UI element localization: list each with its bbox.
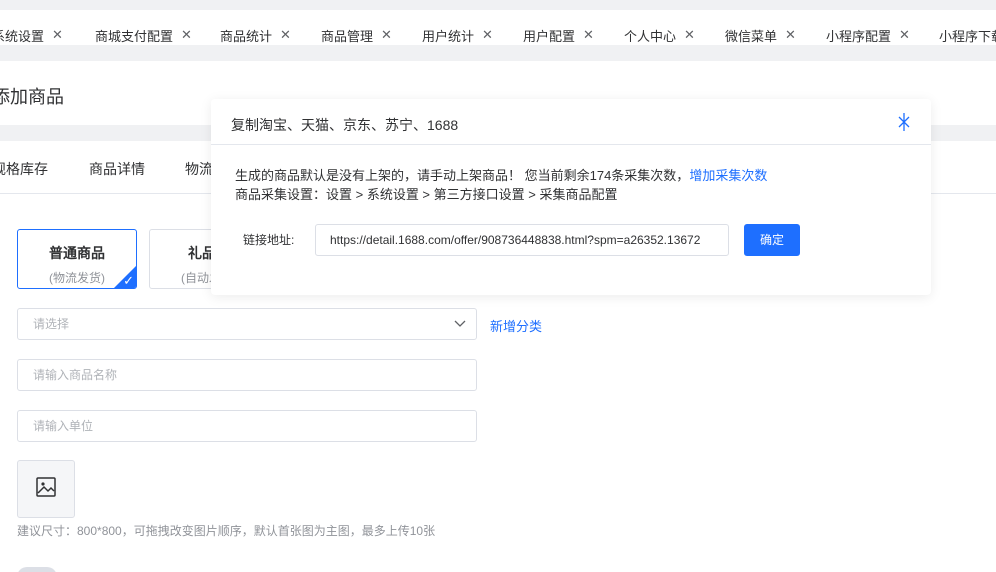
url-input[interactable]: https://detail.1688.com/offer/9087364488… (315, 224, 729, 256)
tab-label: 小程序配置 (826, 28, 892, 44)
product-name-input[interactable]: 请输入商品名称 (17, 359, 477, 391)
upload-hint: 建议尺寸：800*800，可拖拽改变图片顺序，默认首张图为主图，最多上传10张 (17, 524, 436, 538)
close-icon[interactable]: ✕ (280, 27, 291, 43)
tab-miniprogram-download[interactable]: 小程序下载 (939, 20, 996, 45)
tab-label: 系统设置 (0, 28, 45, 44)
close-icon[interactable]: ✕ (785, 27, 796, 43)
tab-label: 用户统计 (422, 28, 475, 44)
close-icon[interactable]: ✕ (181, 27, 192, 43)
tab-product-stats[interactable]: 商品统计 ✕ (220, 20, 291, 45)
unit-input[interactable]: 请输入单位 (17, 410, 477, 442)
dialog-header: 复制淘宝、天猫、京东、苏宁、1688 (211, 99, 931, 145)
image-upload-button[interactable] (17, 460, 75, 518)
close-icon[interactable]: ✕ (583, 27, 594, 43)
page-title: 添加商品 (0, 87, 64, 107)
toggle-switch[interactable] (17, 567, 57, 572)
tab-miniprogram-config[interactable]: 小程序配置 ✕ (826, 20, 910, 45)
tab-wechat-menu[interactable]: 微信菜单 ✕ (725, 20, 796, 45)
product-type-title: 普通商品 (49, 245, 105, 261)
subtab-product-detail[interactable]: 商品详情 (89, 159, 145, 179)
tab-system-settings[interactable]: 系统设置 ✕ (0, 20, 63, 45)
tab-label: 商品统计 (220, 28, 273, 44)
tab-bar: 系统设置 ✕ 商城支付配置 ✕ 商品统计 ✕ 商品管理 ✕ 用户统计 ✕ 用户配置 ✕ 个人… (0, 0, 996, 45)
chevron-down-icon (454, 309, 466, 350)
close-icon[interactable]: ✕ (482, 27, 493, 43)
dialog-notice: 生成的商品默认是没有上架的，请手动上架商品！ 您当前剩余174条采集次数，增加采… (235, 166, 767, 204)
category-select[interactable]: 请选择 (17, 308, 477, 340)
url-label: 链接地址: (243, 233, 295, 247)
tab-mall-payment[interactable]: 商城支付配置 ✕ (95, 20, 192, 45)
tab-label: 商品管理 (321, 28, 374, 44)
close-icon[interactable] (897, 112, 911, 137)
tab-personal-center[interactable]: 个人中心 ✕ (624, 20, 695, 45)
category-placeholder: 请选择 (33, 317, 70, 331)
image-icon (35, 476, 57, 503)
close-icon[interactable]: ✕ (899, 27, 910, 43)
subtab-spec-stock[interactable]: 规格库存 (0, 159, 48, 179)
tab-label: 小程序下载 (939, 28, 996, 44)
confirm-button[interactable]: 确定 (744, 224, 800, 256)
close-icon[interactable]: ✕ (52, 27, 63, 43)
product-name-placeholder: 请输入商品名称 (33, 368, 118, 382)
add-category-link[interactable]: 新增分类 (490, 316, 542, 335)
notice-settings-path: 商品采集设置：设置 > 系统设置 > 第三方接口设置 > 采集商品配置 (235, 187, 618, 202)
tab-user-stats[interactable]: 用户统计 ✕ (422, 20, 493, 45)
tab-product-mgmt[interactable]: 商品管理 ✕ (321, 20, 392, 45)
tab-label: 个人中心 (624, 28, 677, 44)
tab-label: 微信菜单 (725, 28, 778, 44)
check-icon: ✓ (123, 273, 134, 288)
dialog-title: 复制淘宝、天猫、京东、苏宁、1688 (231, 117, 459, 133)
product-type-normal[interactable]: 普通商品 (物流发货) ✓ (17, 229, 137, 289)
add-collect-count-link[interactable]: 增加采集次数 (689, 168, 767, 183)
unit-placeholder: 请输入单位 (33, 419, 94, 433)
copy-product-dialog: 复制淘宝、天猫、京东、苏宁、1688 生成的商品默认是没有上架的，请手动上架商品… (211, 99, 931, 295)
tab-label: 用户配置 (523, 28, 576, 44)
close-icon[interactable]: ✕ (684, 27, 695, 43)
tab-user-config[interactable]: 用户配置 ✕ (523, 20, 594, 45)
close-icon[interactable]: ✕ (381, 27, 392, 43)
tab-label: 商城支付配置 (95, 28, 174, 44)
notice-text: 生成的商品默认是没有上架的，请手动上架商品！ 您当前剩余174条采集次数， (235, 168, 690, 183)
